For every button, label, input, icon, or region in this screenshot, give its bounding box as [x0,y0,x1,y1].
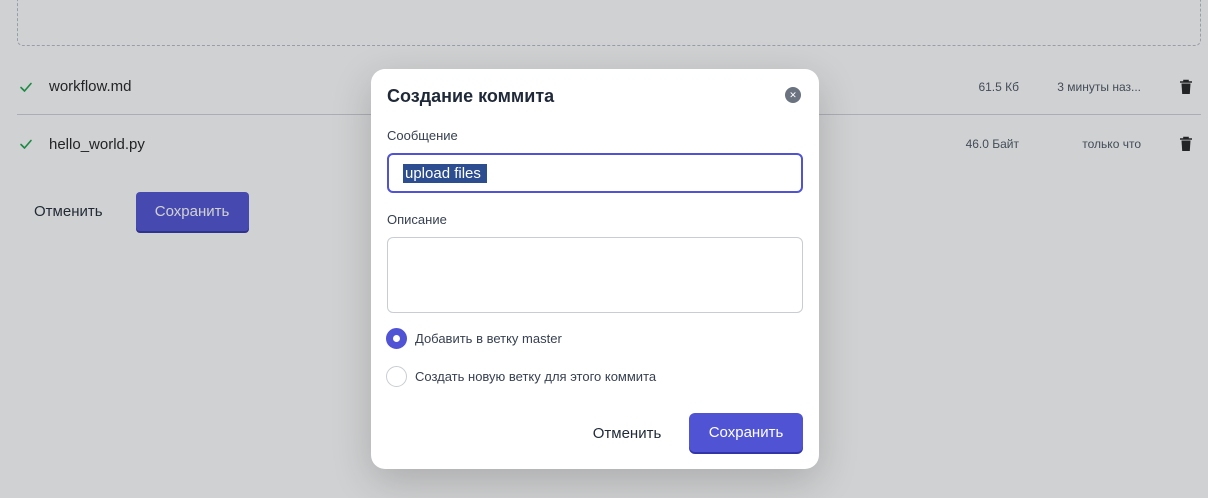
radio-new-branch[interactable]: Создать новую ветку для этого коммита [386,366,656,387]
radio-label: Добавить в ветку master [415,331,562,346]
description-label: Описание [387,212,447,227]
commit-message-input[interactable]: upload files [387,153,803,193]
close-icon[interactable]: ✕ [785,87,801,103]
radio-existing-branch[interactable]: Добавить в ветку master [386,328,562,349]
radio-label: Создать новую ветку для этого коммита [415,369,657,384]
selected-text: upload files [403,163,488,183]
commit-dialog: Создание коммита ✕ Сообщение upload file… [371,69,819,469]
dialog-cancel-button[interactable]: Отменить [581,413,673,453]
message-label: Сообщение [387,128,458,143]
dialog-title: Создание коммита [387,86,555,106]
dialog-save-button[interactable]: Сохранить [689,413,803,452]
radio-unchecked[interactable] [386,366,407,387]
description-textarea[interactable] [387,237,803,313]
radio-checked[interactable] [386,328,407,349]
